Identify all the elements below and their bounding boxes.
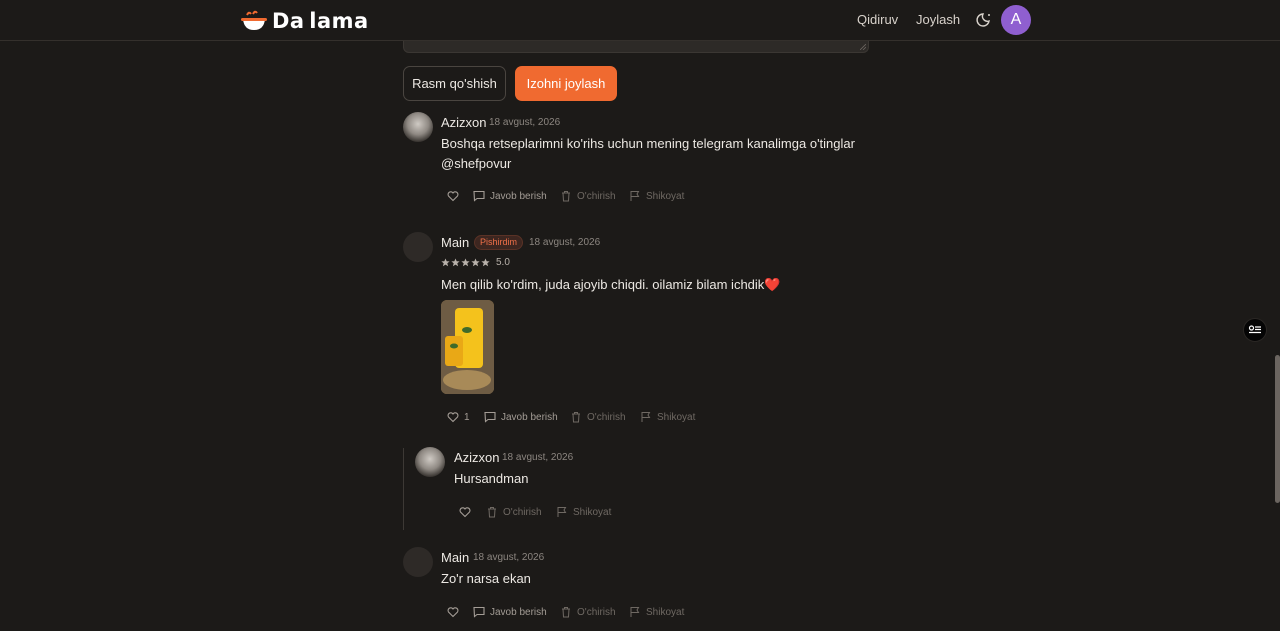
rating-value: 5.0 xyxy=(496,257,510,268)
star-icon xyxy=(451,258,460,267)
message-icon xyxy=(473,190,485,202)
star-icon xyxy=(441,258,450,267)
comment-textarea[interactable] xyxy=(403,41,869,53)
comment-text: Hursandman xyxy=(454,471,529,486)
heart-icon xyxy=(447,412,459,423)
nav-post-link[interactable]: Joylash xyxy=(916,12,960,27)
user-avatar[interactable]: A xyxy=(1001,5,1031,35)
message-icon xyxy=(484,411,496,423)
scrollbar-track[interactable] xyxy=(1274,41,1280,631)
like-button[interactable]: 1 xyxy=(447,411,470,423)
comment-photo[interactable] xyxy=(441,300,494,394)
comment-text: Boshqa retseplarimni ko'rihs uchun menin… xyxy=(441,136,855,171)
comment-text: Zo'r narsa ekan xyxy=(441,571,531,586)
cooked-badge: Pishirdim xyxy=(474,235,524,250)
submit-comment-button[interactable]: Izohni joylash xyxy=(515,66,617,101)
reply-button[interactable]: Javob berish xyxy=(473,606,547,618)
trash-icon xyxy=(572,412,580,423)
star-rating xyxy=(441,258,490,267)
comment-date: 18 avgust, 2026 xyxy=(502,452,574,463)
logo[interactable]: Da lama xyxy=(240,8,369,34)
report-button[interactable]: Shikoyat xyxy=(640,411,695,423)
heart-icon xyxy=(447,191,459,202)
reply-button[interactable]: Javob berish xyxy=(484,411,558,423)
trash-icon xyxy=(562,607,570,618)
comment-author[interactable]: Main xyxy=(441,235,469,250)
heart-icon xyxy=(447,607,459,618)
like-button[interactable] xyxy=(459,506,471,518)
logo-text: Da lama xyxy=(272,9,369,33)
like-button[interactable] xyxy=(447,190,459,202)
reply-thread-line xyxy=(403,448,404,530)
delete-button[interactable]: O'chirish xyxy=(560,606,616,618)
list-settings-icon xyxy=(1248,325,1261,334)
like-count: 1 xyxy=(464,411,470,423)
delete-button[interactable]: O'chirish xyxy=(560,190,616,202)
add-photo-button[interactable]: Rasm qo'shish xyxy=(403,66,506,101)
comment-date: 18 avgust, 2026 xyxy=(489,117,561,128)
heart-icon xyxy=(459,507,471,518)
flag-icon xyxy=(641,412,651,422)
floating-settings-button[interactable] xyxy=(1243,318,1267,342)
comment-author[interactable]: Main xyxy=(441,550,469,565)
star-icon xyxy=(461,258,470,267)
delete-button[interactable]: O'chirish xyxy=(570,411,626,423)
comment-date: 18 avgust, 2026 xyxy=(473,552,545,563)
comment-text: Men qilib ko'rdim, juda ajoyib chiqdi. o… xyxy=(441,277,781,292)
scrollbar-thumb[interactable] xyxy=(1275,355,1280,503)
flag-icon xyxy=(630,607,640,617)
theme-toggle-icon[interactable] xyxy=(975,11,993,29)
drink-photo-illustration xyxy=(441,300,494,394)
comment-avatar[interactable] xyxy=(403,232,433,262)
flag-icon xyxy=(630,191,640,201)
comment-author[interactable]: Azizxon xyxy=(441,115,487,130)
comment-avatar[interactable] xyxy=(415,447,445,477)
report-button[interactable]: Shikoyat xyxy=(629,190,684,202)
top-header: Da lama Qidiruv Joylash A xyxy=(0,0,1280,41)
trash-icon xyxy=(562,191,570,202)
delete-button[interactable]: O'chirish xyxy=(486,506,542,518)
comment-avatar[interactable] xyxy=(403,112,433,142)
report-button[interactable]: Shikoyat xyxy=(629,606,684,618)
like-button[interactable] xyxy=(447,606,459,618)
heart-emoji: ❤️ xyxy=(764,277,781,292)
cooking-pot-logo-icon xyxy=(240,9,268,33)
comment-author[interactable]: Azizxon xyxy=(454,450,500,465)
reply-button[interactable]: Javob berish xyxy=(473,190,547,202)
flag-icon xyxy=(557,507,567,517)
resize-grip-icon[interactable] xyxy=(860,44,866,50)
trash-icon xyxy=(488,507,496,518)
star-icon xyxy=(471,258,480,267)
star-icon xyxy=(481,258,490,267)
comment-avatar[interactable] xyxy=(403,547,433,577)
message-icon xyxy=(473,606,485,618)
nav-search-link[interactable]: Qidiruv xyxy=(857,12,898,27)
report-button[interactable]: Shikoyat xyxy=(556,506,611,518)
comment-date: 18 avgust, 2026 xyxy=(529,237,601,248)
